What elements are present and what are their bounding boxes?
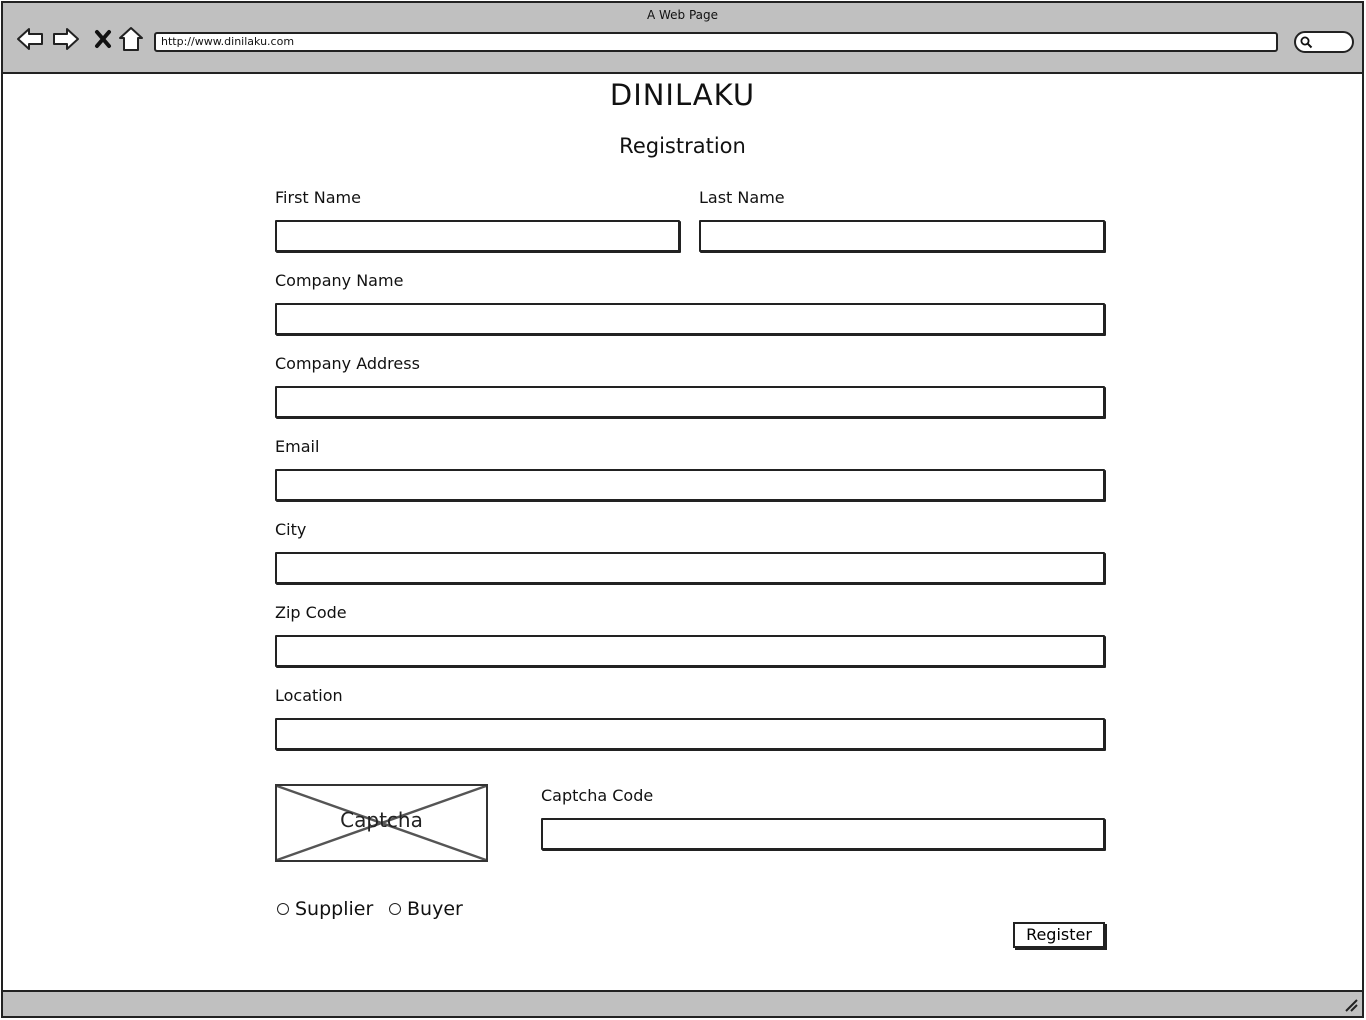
zip-code-input[interactable] (275, 635, 1105, 667)
radio-option-buyer[interactable]: Buyer (389, 898, 463, 920)
radio-circle-icon[interactable] (277, 903, 289, 915)
resize-grip-icon[interactable] (1344, 998, 1358, 1012)
radio-circle-icon[interactable] (389, 903, 401, 915)
city-label: City (275, 520, 307, 539)
captcha-image: Captcha (275, 784, 488, 862)
brand-logo-text: DINILAKU (609, 78, 756, 112)
browser-toolbar: A Web Page http://www.dinilaku.com (3, 3, 1362, 74)
radio-option-supplier[interactable]: Supplier (277, 898, 373, 920)
first-name-label: First Name (275, 188, 361, 207)
register-button[interactable]: Register (1013, 922, 1105, 948)
company-address-label: Company Address (275, 354, 420, 373)
company-address-input[interactable] (275, 386, 1105, 418)
zip-code-label: Zip Code (275, 603, 347, 622)
last-name-input[interactable] (699, 220, 1105, 252)
radio-label-buyer: Buyer (407, 898, 463, 920)
home-icon[interactable] (117, 25, 145, 53)
company-name-label: Company Name (275, 271, 404, 290)
captcha-code-input[interactable] (541, 818, 1105, 850)
window-title: A Web Page (646, 8, 719, 22)
page-title: Registration (619, 134, 746, 158)
captcha-image-label: Captcha (340, 808, 423, 832)
status-bar (3, 990, 1362, 1016)
first-name-input[interactable] (275, 220, 680, 252)
back-arrow-icon[interactable] (16, 25, 44, 53)
page-content: DINILAKU Registration First Name Last Na… (3, 76, 1362, 992)
address-bar[interactable]: http://www.dinilaku.com (154, 32, 1278, 52)
email-label: Email (275, 437, 320, 456)
forward-arrow-icon[interactable] (52, 25, 80, 53)
location-label: Location (275, 686, 343, 705)
company-name-input[interactable] (275, 303, 1105, 335)
city-input[interactable] (275, 552, 1105, 584)
email-input[interactable] (275, 469, 1105, 501)
captcha-code-label: Captcha Code (541, 786, 654, 805)
stop-icon[interactable] (89, 25, 117, 53)
last-name-label: Last Name (699, 188, 785, 207)
browser-search-box[interactable] (1294, 31, 1354, 53)
radio-label-supplier: Supplier (295, 898, 374, 920)
search-icon (1300, 36, 1313, 49)
browser-window: A Web Page http://www.dinilaku.com DINIL… (1, 1, 1364, 1018)
location-input[interactable] (275, 718, 1105, 750)
